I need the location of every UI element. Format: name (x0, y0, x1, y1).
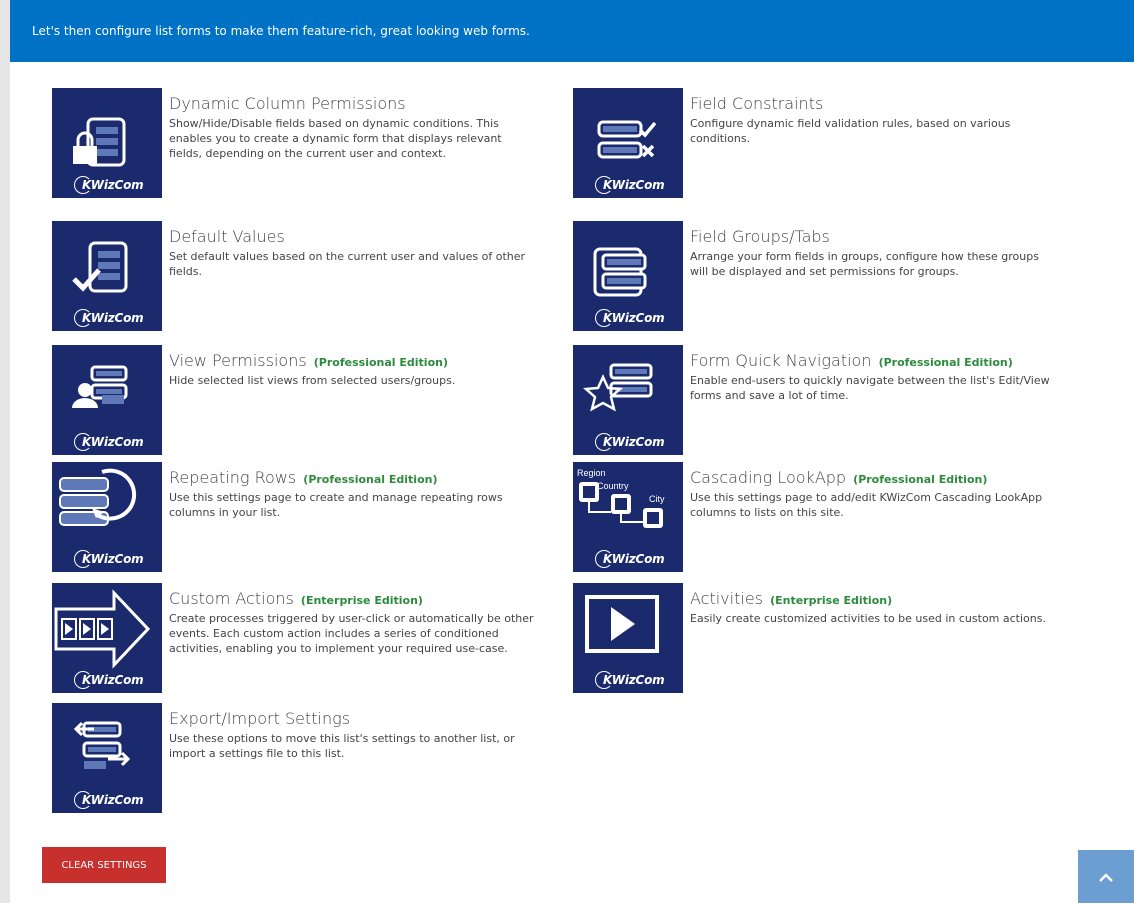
left-frame (0, 0, 10, 903)
play-icon[interactable]: KWizCom (573, 583, 683, 693)
brand-label: KWizCom (74, 309, 144, 327)
checkmark-list-icon[interactable]: KWizCom (52, 221, 162, 331)
feature-title[interactable]: Activities (Enterprise Edition) (690, 589, 1060, 608)
feature-title[interactable]: Export/Import Settings (169, 709, 539, 728)
feature-title[interactable]: Custom Actions (Enterprise Edition) (169, 589, 539, 608)
brand-label: KWizCom (74, 671, 144, 689)
feature-title[interactable]: Dynamic Column Permissions (169, 94, 539, 113)
feature-form-quick-navigation[interactable]: KWizCom Form Quick Navigation (Professio… (573, 345, 1050, 455)
icon-label-city: City (649, 494, 665, 504)
feature-field-groups-tabs[interactable]: KWizCom Field Groups/Tabs Arrange your f… (573, 221, 1043, 331)
feature-title[interactable]: Field Constraints (690, 94, 1060, 113)
feature-activities[interactable]: KWizCom Activities (Enterprise Edition) … (573, 583, 1046, 693)
brand-label: KWizCom (74, 550, 144, 568)
intro-banner: Let's then configure list forms to make … (10, 0, 1134, 62)
feature-custom-actions[interactable]: KWizCom Custom Actions (Enterprise Editi… (52, 583, 534, 693)
brand-label: KWizCom (595, 671, 665, 689)
feature-field-constraints[interactable]: KWizCom Field Constraints Configure dyna… (573, 88, 1043, 198)
export-import-icon[interactable]: KWizCom (52, 703, 162, 813)
clear-settings-button[interactable]: CLEAR SETTINGS (42, 847, 166, 883)
feature-description: Enable end-users to quickly navigate bet… (690, 374, 1050, 402)
feature-description: Set default values based on the current … (169, 250, 526, 278)
brand-label: KWizCom (595, 550, 665, 568)
feature-title[interactable]: Field Groups/Tabs (690, 227, 1060, 246)
feature-repeating-rows[interactable]: KWizCom Repeating Rows (Professional Edi… (52, 462, 522, 572)
feature-description: Create processes triggered by user-click… (169, 612, 534, 655)
grouped-fields-icon[interactable]: KWizCom (573, 221, 683, 331)
brand-label: KWizCom (595, 309, 665, 327)
arrow-play-icon[interactable]: KWizCom (52, 583, 162, 693)
feature-description: Easily create customized activities to b… (690, 612, 1046, 625)
feature-title[interactable]: Form Quick Navigation (Professional Edit… (690, 351, 1060, 370)
chevron-up-icon (1099, 873, 1113, 882)
repeat-rows-icon[interactable]: KWizCom (52, 462, 162, 572)
brand-label: KWizCom (595, 176, 665, 194)
brand-label: KWizCom (74, 791, 144, 809)
feature-description: Arrange your form fields in groups, conf… (690, 250, 1039, 278)
feature-view-permissions[interactable]: KWizCom View Permissions (Professional E… (52, 345, 522, 455)
feature-export-import-settings[interactable]: KWizCom Export/Import Settings Use these… (52, 703, 522, 813)
star-list-icon[interactable]: KWizCom (573, 345, 683, 455)
brand-label: KWizCom (595, 433, 665, 451)
brand-label: KWizCom (74, 433, 144, 451)
user-list-icon[interactable]: KWizCom (52, 345, 162, 455)
feature-title[interactable]: Cascading LookApp (Professional Edition) (690, 468, 1060, 487)
feature-description: Use this settings page to create and man… (169, 491, 503, 519)
feature-description: Configure dynamic field validation rules… (690, 117, 1011, 145)
check-x-fields-icon[interactable]: KWizCom (573, 88, 683, 198)
cascading-lookup-icon[interactable]: Region Country City KWizCom (573, 462, 683, 572)
lock-list-icon[interactable]: KWizCom (52, 88, 162, 198)
feature-description: Use this settings page to add/edit KWizC… (690, 491, 1043, 519)
feature-title[interactable]: View Permissions (Professional Edition) (169, 351, 539, 370)
feature-default-values[interactable]: KWizCom Default Values Set default value… (52, 221, 525, 331)
brand-label: KWizCom (74, 176, 144, 194)
scroll-to-top-button[interactable] (1078, 850, 1134, 903)
icon-label-region: Region (577, 468, 606, 478)
feature-cascading-lookapp[interactable]: Region Country City KWizCom Cascading Lo… (573, 462, 1043, 572)
feature-description: Use these options to move this list's se… (169, 732, 515, 760)
feature-dynamic-column-permissions[interactable]: KWizCom Dynamic Column Permissions Show/… (52, 88, 522, 198)
feature-title[interactable]: Default Values (169, 227, 539, 246)
icon-label-country: Country (597, 481, 629, 491)
feature-description: Show/Hide/Disable fields based on dynami… (169, 117, 502, 160)
feature-title[interactable]: Repeating Rows (Professional Edition) (169, 468, 539, 487)
feature-description: Hide selected list views from selected u… (169, 374, 456, 387)
